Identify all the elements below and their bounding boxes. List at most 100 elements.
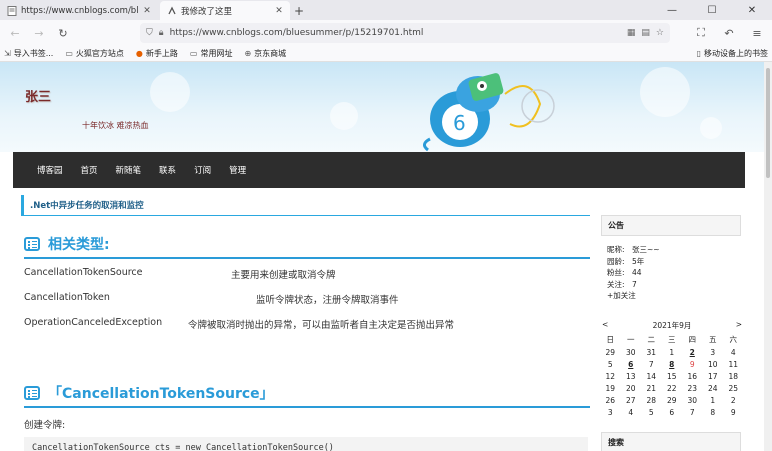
url-text[interactable]: https://www.cnblogs.com/bluesummer/p/152… [170, 28, 621, 38]
nav-manage[interactable]: 管理 [229, 164, 246, 176]
search-heading: 搜索 [601, 432, 741, 451]
reader-view-icon[interactable]: ▤ [641, 28, 650, 38]
notice-heading: 公告 [601, 215, 741, 236]
calendar-day: 20 [625, 384, 636, 393]
calendar-day[interactable]: 6 [621, 360, 642, 369]
calendar-day: 7 [689, 408, 695, 417]
window-controls: — ☐ ✕ [652, 0, 772, 20]
calendar-weekday: 二 [647, 335, 656, 344]
calendar-day: 25 [728, 384, 739, 393]
calendar: < 2021年9月 > 日一二三四五六 29 30 31 1 2 3 4 5 6 7 8 9 10 11 12… [600, 320, 744, 417]
lock-icon[interactable]: 🔒︎ [159, 28, 164, 38]
calendar-prev-button[interactable]: < [602, 320, 608, 331]
profile-following: 关注: 7 [607, 279, 637, 289]
calendar-day: 17 [707, 372, 718, 381]
calendar-weekday: 日 [606, 335, 615, 344]
import-icon: ⇲ [4, 49, 11, 58]
calendar-next-button[interactable]: > [736, 320, 742, 331]
calendar-weekday: 五 [709, 335, 717, 344]
list-icon [24, 237, 40, 251]
calendar-day: 8 [710, 408, 716, 417]
calendar-day: 7 [648, 360, 654, 369]
close-tab-icon[interactable]: ✕ [274, 6, 284, 16]
code-block: CancellationTokenSource cts = new Cancel… [24, 437, 588, 451]
back-icon[interactable]: ← [4, 22, 26, 44]
nav-contact[interactable]: 联系 [159, 164, 176, 176]
nav-home[interactable]: 首页 [81, 164, 98, 176]
calendar-weekday: 一 [627, 335, 635, 344]
blog-subtitle: 十年饮冰 难凉热血 [82, 121, 149, 130]
calendar-day: 19 [605, 384, 616, 393]
shield-icon[interactable]: ⛉ [146, 28, 153, 38]
calendar-day: 12 [605, 372, 616, 381]
tab-bar: https://www.cnblogs.com/bl ✕ 我修改了这里 ✕ + … [0, 0, 772, 20]
calendar-day: 14 [646, 372, 657, 381]
maximize-icon[interactable]: ☐ [692, 0, 732, 20]
blog-title[interactable]: 张三 [25, 86, 51, 105]
page-icon [6, 5, 17, 16]
bookmark-jd[interactable]: ⊕ 京东商城 [244, 48, 286, 59]
menu-icon[interactable]: ≡ [746, 22, 768, 44]
mascot-image: 6 [423, 73, 555, 152]
calendar-day: 2 [730, 396, 736, 405]
calendar-day: 3 [607, 408, 613, 417]
post-title[interactable]: .Net中异步任务的取消和监控 [21, 195, 590, 216]
calendar-day: 22 [666, 384, 677, 393]
forward-icon[interactable]: → [28, 22, 50, 44]
scrollbar-thumb[interactable] [766, 68, 770, 178]
calendar-day: 24 [707, 384, 718, 393]
globe-icon: ⊕ [244, 49, 252, 58]
undo-icon[interactable]: ↶ [718, 22, 740, 44]
crop-icon[interactable]: ⛶ [690, 22, 712, 44]
create-token-label: 创建令牌: [24, 420, 66, 431]
calendar-day: 29 [605, 348, 616, 357]
reload-icon[interactable]: ↻ [52, 22, 74, 44]
nav-new-post[interactable]: 新随笔 [116, 164, 142, 176]
bookmark-mobile[interactable]: ▯ 移动设备上的书签 [697, 48, 768, 59]
calendar-day: 28 [646, 396, 657, 405]
calendar-weekday: 四 [688, 335, 697, 344]
close-window-icon[interactable]: ✕ [732, 0, 772, 20]
calendar-day: 15 [666, 372, 677, 381]
calendar-day: 1 [710, 396, 716, 405]
calendar-day[interactable]: 2 [682, 348, 703, 357]
loading-icon [166, 5, 177, 16]
nav-cnblogs[interactable]: 博客园 [37, 164, 63, 176]
profile-info: 昵称: 张三~~ 园龄: 5年 粉丝: 44 关注: 7 +加关注 [607, 244, 660, 302]
follow-link[interactable]: +加关注 [607, 290, 660, 302]
section-heading-types: 相关类型: [24, 234, 590, 259]
folder-icon: ▭ [65, 49, 73, 58]
list-icon [24, 386, 40, 400]
calendar-day: 4 [730, 348, 736, 357]
minimize-icon[interactable]: — [652, 0, 692, 20]
calendar-day: 1 [669, 348, 675, 357]
calendar-day: 29 [666, 396, 677, 405]
calendar-month: 2021年9月 [652, 321, 692, 330]
calendar-day: 21 [646, 384, 657, 393]
page-scrollbar[interactable] [764, 62, 772, 451]
calendar-day: 11 [728, 360, 739, 369]
calendar-day: 3 [710, 348, 716, 357]
calendar-day: 16 [687, 372, 698, 381]
bookmark-common-sites[interactable]: ▭ 常用网址 [190, 48, 233, 59]
qr-code-icon[interactable]: ▦ [627, 28, 636, 38]
tab-cnblogs[interactable]: https://www.cnblogs.com/bl ✕ [0, 1, 158, 20]
url-bar[interactable]: ⛉ 🔒︎ https://www.cnblogs.com/bluesummer/… [140, 23, 670, 43]
bookmark-getting-started[interactable]: ● 新手上路 [136, 48, 178, 59]
navigation-bar: ← → ↻ ⛉ 🔒︎ https://www.cnblogs.com/blues… [0, 20, 772, 46]
bookmark-firefox-site[interactable]: ▭ 火狐官方站点 [65, 48, 124, 59]
close-tab-icon[interactable]: ✕ [142, 6, 152, 16]
calendar-day[interactable]: 8 [662, 360, 683, 369]
type-row: CancellationTokenSource 主要用来创建或取消令牌 [24, 267, 336, 281]
bookmark-star-icon[interactable]: ☆ [656, 28, 664, 38]
calendar-day: 9 [689, 360, 695, 369]
profile-nickname: 昵称: 张三~~ [607, 245, 660, 254]
type-row: OperationCanceledException 令牌被取消时抛出的异常，可… [24, 317, 455, 331]
calendar-day: 30 [687, 396, 698, 405]
calendar-day: 13 [625, 372, 636, 381]
bookmark-import[interactable]: ⇲ 导入书签... [4, 48, 53, 59]
nav-subscribe[interactable]: 订阅 [194, 164, 211, 176]
tab-current[interactable]: 我修改了这里 ✕ [160, 1, 290, 20]
calendar-weekday: 六 [729, 335, 738, 344]
new-tab-button[interactable]: + [290, 1, 308, 20]
